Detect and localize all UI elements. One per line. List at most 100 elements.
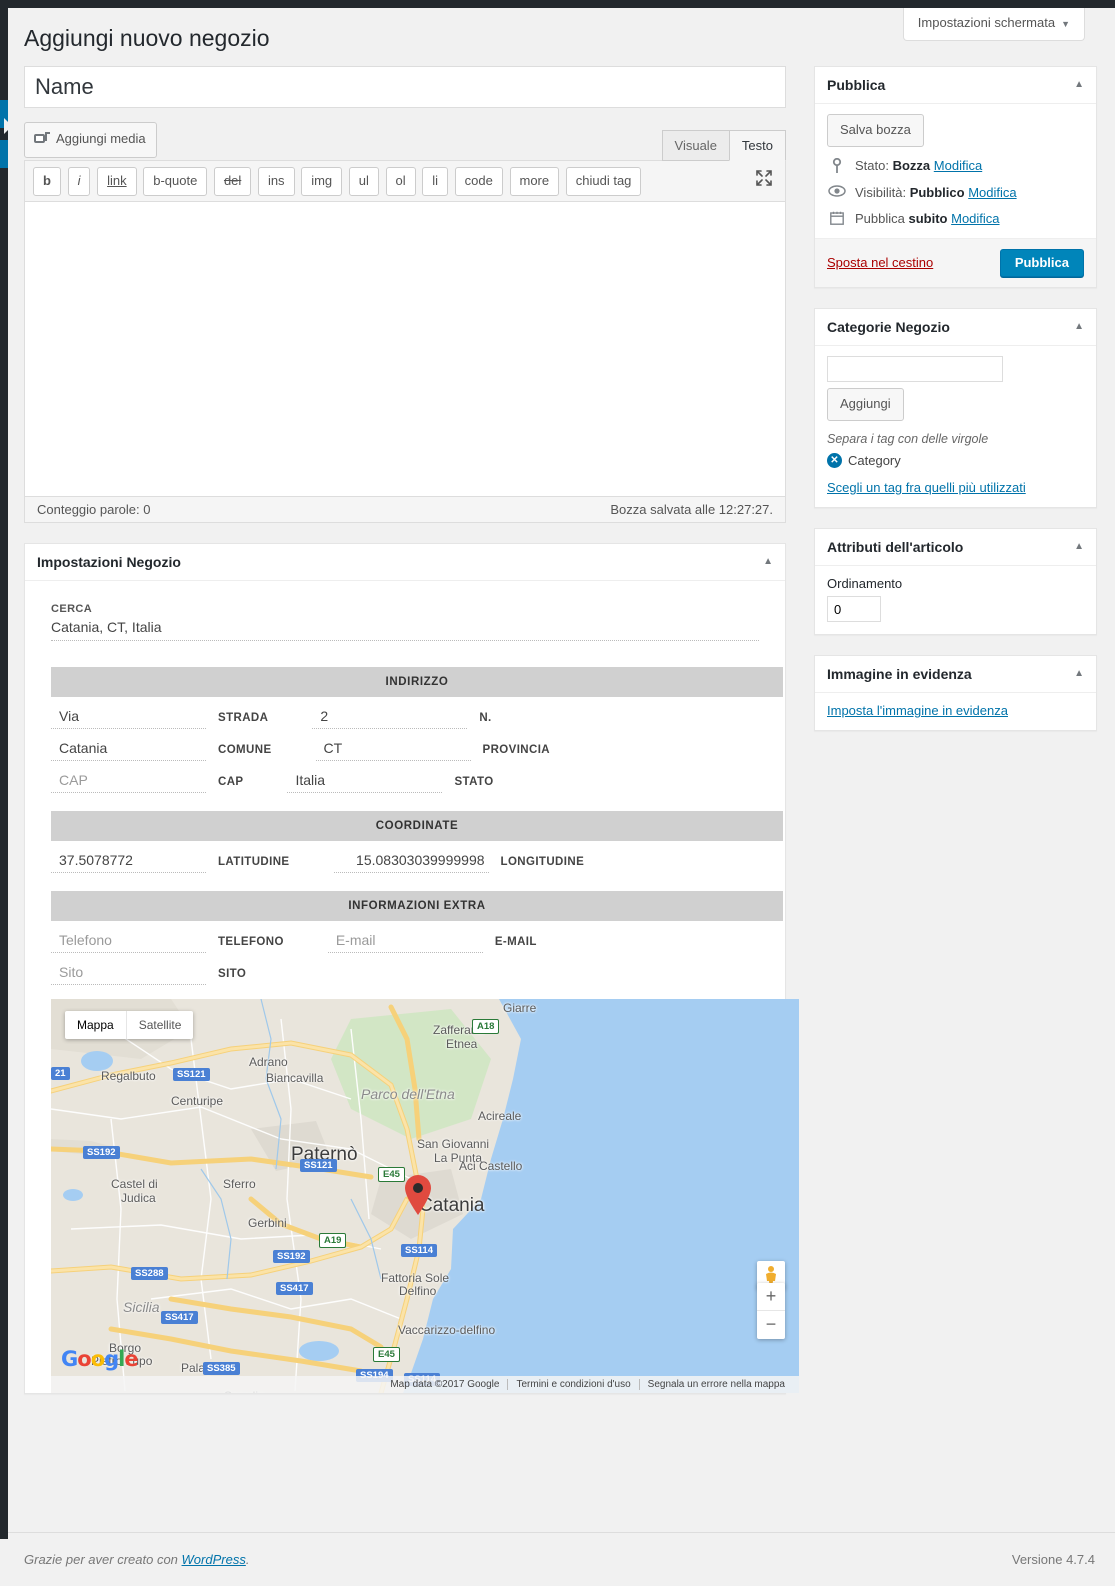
categories-header[interactable]: Categorie Negozio ▲ <box>815 309 1096 346</box>
quicktag-b[interactable]: b <box>33 166 61 196</box>
quicktag-del[interactable]: del <box>213 166 252 196</box>
menu-order-input[interactable] <box>827 596 881 623</box>
map-attribution-bar: Map data ©2017 Google Termini e condizio… <box>51 1375 799 1393</box>
map-place-label: Gerbini <box>248 1215 287 1230</box>
featured-image-header[interactable]: Immagine in evidenza ▲ <box>815 656 1096 694</box>
toggle-attributes-icon[interactable]: ▲ <box>1074 542 1084 552</box>
store-settings-header[interactable]: Impostazioni Negozio ▲ <box>25 544 785 581</box>
quicktag-li[interactable]: li <box>422 166 449 196</box>
publish-button[interactable]: Pubblica <box>999 248 1084 277</box>
quicktag-b-quote[interactable]: b-quote <box>143 166 208 196</box>
website-label: SITO <box>218 967 247 980</box>
quicktag-more[interactable]: more <box>509 166 560 196</box>
phone-input[interactable]: Telefono <box>51 927 206 953</box>
footer-thanks: Grazie per aver creato con WordPress. <box>24 1552 249 1567</box>
attributes-postbox: Attributi dell'articolo ▲ Ordinamento <box>814 528 1097 636</box>
admin-menu-strip[interactable] <box>0 8 8 1539</box>
attributes-title: Attributi dell'articolo <box>827 539 964 556</box>
map-report-link[interactable]: Segnala un errore nella mappa <box>638 1378 793 1390</box>
status-label: Stato: <box>855 157 889 173</box>
website-input[interactable]: Sito <box>51 959 206 985</box>
visibility-label: Visibilità: <box>855 184 907 200</box>
street-input[interactable]: Via <box>51 703 206 729</box>
toggle-store-settings-icon[interactable]: ▲ <box>763 556 773 567</box>
map-road-shield: SS385 <box>203 1361 240 1375</box>
category-chip: ✕ Category <box>827 453 1084 469</box>
remove-category-icon[interactable]: ✕ <box>827 453 842 469</box>
featured-image-title: Immagine in evidenza <box>827 666 972 683</box>
toggle-featured-image-icon[interactable]: ▲ <box>1074 669 1084 679</box>
province-label: PROVINCIA <box>482 743 551 756</box>
province-input[interactable]: CT <box>315 735 471 761</box>
country-input[interactable]: Italia <box>287 767 443 793</box>
toggle-categories-icon[interactable]: ▲ <box>1074 321 1084 332</box>
address-row-1: Via STRADA 2 N. <box>51 703 771 729</box>
editor-tabs: Visuale Testo <box>661 129 786 161</box>
map-type-map[interactable]: Mappa <box>65 1010 127 1039</box>
map-zoom-in-button[interactable]: + <box>757 1283 785 1311</box>
latitude-input[interactable]: 37.5078772 <box>51 847 206 873</box>
map-road-shield: SS192 <box>273 1249 310 1263</box>
quicktag-ul[interactable]: ul <box>348 166 379 196</box>
post-status-row: Stato: Bozza Modifica <box>827 157 1084 174</box>
map-place-label: Parco dell'Etna <box>361 1085 455 1102</box>
map-terms-link[interactable]: Termini e condizioni d'uso <box>507 1378 638 1390</box>
move-to-trash-link[interactable]: Sposta nel cestino <box>827 255 933 270</box>
map-road-shield: E45 <box>373 1346 400 1362</box>
email-label: E-MAIL <box>494 935 537 948</box>
wordpress-link[interactable]: WordPress <box>182 1552 246 1567</box>
categories-howto: Separa i tag con delle virgole <box>827 432 989 447</box>
map-place-label: Biancavilla <box>266 1070 324 1085</box>
search-field-input[interactable]: Catania, CT, Italia <box>51 617 759 641</box>
choose-popular-tags-link[interactable]: Scegli un tag fra quelli più utilizzati <box>827 480 1026 495</box>
map-marker[interactable] <box>403 1174 433 1219</box>
quicktag-ol[interactable]: ol <box>385 166 416 196</box>
new-category-input[interactable] <box>827 355 1003 382</box>
number-input[interactable]: 2 <box>312 703 468 729</box>
map-place-label: Fattoria Sole <box>381 1270 450 1285</box>
map-zoom-out-button[interactable]: − <box>757 1311 785 1339</box>
add-category-button[interactable]: Aggiungi <box>827 387 904 422</box>
store-settings-title: Impostazioni Negozio <box>37 553 181 570</box>
post-title-input[interactable] <box>24 65 786 108</box>
quicktag-img[interactable]: img <box>301 166 343 196</box>
content-textarea[interactable] <box>25 201 785 496</box>
store-settings-postbox: Impostazioni Negozio ▲ CERCA Catania, CT… <box>24 542 799 1394</box>
map-road-shield: SS288 <box>131 1266 168 1280</box>
word-count: Conteggio parole: 0 <box>37 501 151 517</box>
publish-header[interactable]: Pubblica ▲ <box>815 67 1096 104</box>
map-zoom-control[interactable]: + − <box>757 1282 785 1339</box>
set-featured-image-link[interactable]: Imposta l'immagine in evidenza <box>827 703 1008 718</box>
map-place-label: Regalbuto <box>101 1068 156 1083</box>
toggle-publish-icon[interactable]: ▲ <box>1074 79 1084 90</box>
save-draft-button[interactable]: Salva bozza <box>827 113 924 147</box>
map-road-shield: E45 <box>378 1166 405 1182</box>
city-input[interactable]: Catania <box>51 735 206 761</box>
fullscreen-icon[interactable] <box>755 169 773 187</box>
latitude-label: LATITUDINE <box>218 855 290 868</box>
longitude-input[interactable]: 15.08303039999998 <box>333 847 489 873</box>
map-place-label: Giarre <box>503 1000 537 1015</box>
quicktag-link[interactable]: link <box>97 166 137 196</box>
map-type-satellite[interactable]: Satellite <box>127 1011 194 1039</box>
quicktag-i[interactable]: i <box>67 166 91 196</box>
add-media-button[interactable]: Aggiungi media <box>24 121 157 158</box>
edit-publish-time-link[interactable]: Modifica <box>951 211 999 226</box>
attributes-header[interactable]: Attributi dell'articolo ▲ <box>815 529 1096 567</box>
quicktags-toolbar: b i link b-quote del ins img ul ol li co… <box>25 160 785 202</box>
quicktag-close-tags[interactable]: chiudi tag <box>565 166 642 196</box>
map-road-shield: A18 <box>472 1018 500 1034</box>
map-type-control[interactable]: Mappa Satellite <box>65 1010 194 1039</box>
publish-postbox: Pubblica ▲ Salva bozza Stato: Bozza Modi… <box>814 65 1097 288</box>
tab-text[interactable]: Testo <box>728 130 786 161</box>
edit-visibility-link[interactable]: Modifica <box>968 185 1016 200</box>
zip-input[interactable]: CAP <box>51 767 206 793</box>
quicktag-code[interactable]: code <box>454 166 503 196</box>
edit-status-link[interactable]: Modifica <box>934 158 982 173</box>
location-map[interactable]: Mappa Satellite + − Google Map data ©201… <box>51 998 799 1393</box>
media-icon <box>34 132 50 146</box>
tab-visual[interactable]: Visuale <box>661 130 730 161</box>
map-place-label: Acireale <box>478 1108 522 1123</box>
email-input[interactable]: E-mail <box>327 927 483 953</box>
quicktag-ins[interactable]: ins <box>257 166 295 196</box>
